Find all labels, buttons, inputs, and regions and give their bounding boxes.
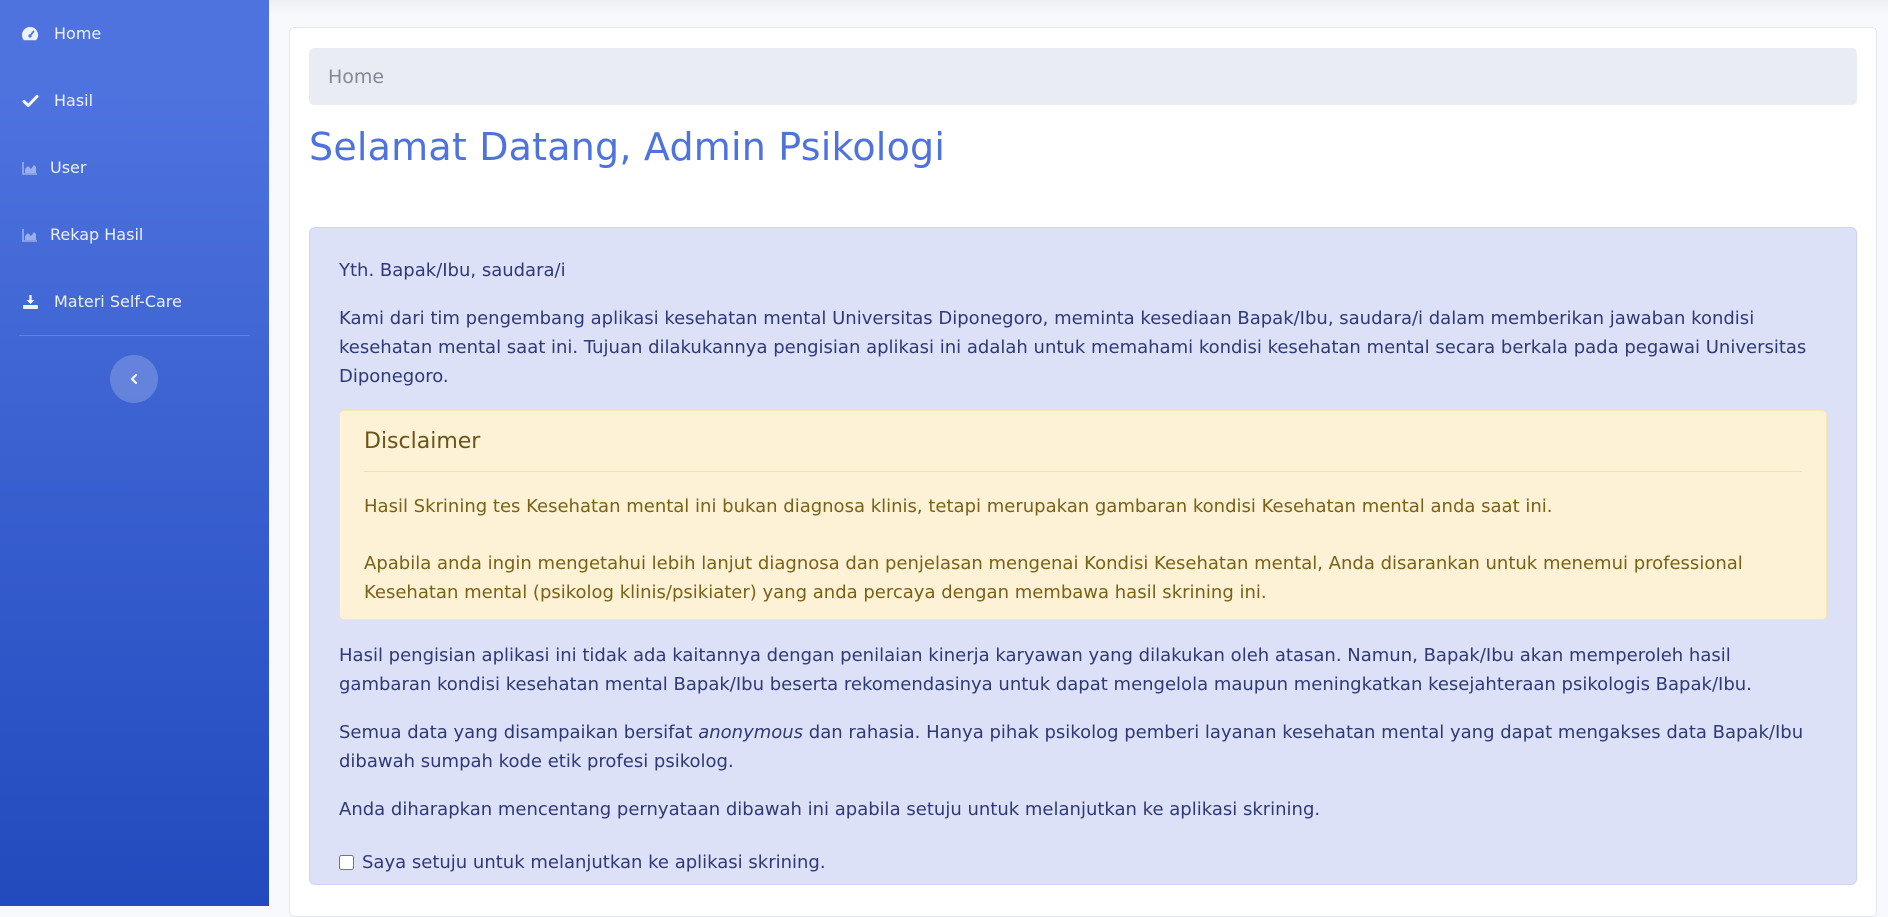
disclaimer-line-2: Apabila anda ingin mengetahui lebih lanj… [364,553,1743,603]
sidebar-item-label: Materi Self-Care [54,292,182,311]
chart-area-icon [20,158,40,178]
breadcrumb: Home [309,48,1857,105]
sidebar-item-user[interactable]: User [0,134,269,201]
sidebar-divider [19,335,250,336]
anonymity-emphasis: anonymous [698,722,804,743]
anonymity-text-pre: Semua data yang disampaikan bersifat [339,722,699,743]
sidebar-item-hasil[interactable]: Hasil [0,67,269,134]
sidebar: Home Hasil User Rekap Hasil Materi Self-… [0,0,269,906]
consent-label: Saya setuju untuk melanjutkan ke aplikas… [362,852,826,873]
intro-paragraph: Kami dari tim pengembang aplikasi keseha… [339,308,1807,387]
breadcrumb-item-home[interactable]: Home [328,66,384,88]
chevron-left-icon [129,370,139,389]
anonymity-paragraph: Semua data yang disampaikan bersifat ano… [339,718,1827,776]
sidebar-item-label: Hasil [54,91,94,110]
sidebar-item-label: User [50,158,87,177]
page-title: Selamat Datang, Admin Psikologi [309,125,946,169]
sidebar-item-home[interactable]: Home [0,0,269,67]
sidebar-item-rekap-hasil[interactable]: Rekap Hasil [0,201,269,268]
chart-area-icon [20,225,40,245]
instruction-paragraph: Anda diharapkan mencentang pernyataan di… [339,799,1321,820]
consent-row[interactable]: Saya setuju untuk melanjutkan ke aplikas… [339,848,1827,877]
disclaimer-line-1: Hasil Skrining tes Kesehatan mental ini … [364,496,1553,517]
download-icon [20,292,40,312]
sidebar-item-materi-self-care[interactable]: Materi Self-Care [0,268,269,335]
sidebar-item-label: Rekap Hasil [50,225,144,244]
sidebar-toggle-button[interactable] [110,355,158,403]
consent-checkbox[interactable] [339,855,354,870]
disclaimer-title: Disclaimer [364,425,1802,472]
greeting-text: Yth. Bapak/Ibu, saudara/i [339,260,566,281]
info-panel: Yth. Bapak/Ibu, saudara/i Kami dari tim … [309,227,1857,885]
check-icon [20,91,40,111]
gauge-icon [20,24,40,44]
content-card: Home Selamat Datang, Admin Psikologi Yth… [289,27,1877,917]
performance-paragraph: Hasil pengisian aplikasi ini tidak ada k… [339,645,1752,695]
sidebar-item-label: Home [54,24,102,43]
topbar [269,0,1888,14]
disclaimer-box: Disclaimer Hasil Skrining tes Kesehatan … [339,410,1827,620]
